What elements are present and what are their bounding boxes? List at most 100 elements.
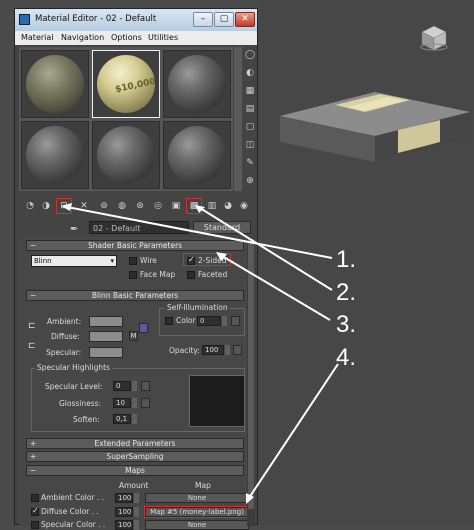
soften-spinner[interactable] <box>132 414 137 424</box>
faceted-label: Faceted <box>198 270 228 279</box>
menu-options[interactable]: Options <box>111 33 142 42</box>
get-material-icon[interactable]: ◔ <box>23 199 37 213</box>
ambient-map-checkbox[interactable] <box>31 494 39 502</box>
put-to-library-icon[interactable]: ⊛ <box>133 199 147 213</box>
make-unique-icon[interactable]: ◍ <box>115 199 129 213</box>
glossiness-map-button[interactable] <box>141 398 150 408</box>
sample-slot-4[interactable] <box>21 121 89 189</box>
opacity-map-button[interactable] <box>233 345 242 355</box>
self-illum-spinner[interactable] <box>222 316 227 326</box>
viewport[interactable] <box>258 0 474 525</box>
diffuse-color-swatch[interactable] <box>89 331 123 342</box>
preview-icon[interactable]: ◫ <box>244 139 256 151</box>
close-button[interactable]: ✕ <box>235 12 255 27</box>
assign-to-selection-icon[interactable]: ⊡ <box>56 198 72 214</box>
background-icon[interactable]: ▦ <box>244 85 256 97</box>
specular-amount-field[interactable]: 100 <box>115 520 133 530</box>
maps-amount-header: Amount <box>119 481 149 490</box>
face-map-checkbox[interactable] <box>129 271 137 279</box>
rollout-blinn-basic[interactable]: − Blinn Basic Parameters <box>26 290 244 301</box>
specular-map-checkbox[interactable] <box>31 521 39 529</box>
video-check-icon[interactable]: ▢ <box>244 121 256 133</box>
self-illum-color-checkbox[interactable] <box>165 317 173 325</box>
specular-level-field[interactable]: 0 <box>113 381 131 391</box>
ambient-amount-field[interactable]: 100 <box>115 493 133 503</box>
material-name-field[interactable]: 02 - Default <box>89 221 189 234</box>
reset-map-icon[interactable]: ✕ <box>77 199 91 213</box>
rollout-title: Maps <box>125 466 145 475</box>
title-bar[interactable]: Material Editor - 02 - Default – ▢ ✕ <box>15 9 257 31</box>
eyedropper-icon[interactable]: ✒ <box>70 224 78 235</box>
material-sphere <box>168 55 226 113</box>
minimize-button[interactable]: – <box>193 12 213 27</box>
diffuse-amount-spinner[interactable] <box>134 507 139 517</box>
panel-scroll-thumb[interactable] <box>248 239 254 509</box>
opacity-spinner[interactable] <box>225 345 230 355</box>
material-type-button[interactable]: Standard <box>193 221 251 234</box>
slots-scrollbar[interactable] <box>234 47 242 191</box>
specular-level-spinner[interactable] <box>132 381 137 391</box>
specular-level-map-button[interactable] <box>141 381 150 391</box>
specular-map-button[interactable]: None <box>145 520 249 530</box>
lock-ambient-diffuse-icon[interactable]: ⊏ <box>28 321 36 331</box>
sample-slot-2[interactable]: $10,000 <box>92 50 160 118</box>
sphere-label: $10,000 <box>114 76 157 96</box>
ambient-color-swatch[interactable] <box>89 316 123 327</box>
ambient-map-button[interactable]: None <box>145 493 249 503</box>
app-icon <box>19 14 30 25</box>
diffuse-map-button[interactable]: M <box>129 331 138 341</box>
sample-slot-6[interactable] <box>163 121 231 189</box>
show-map-in-viewport-icon[interactable]: ▩ <box>186 198 202 214</box>
self-illum-map-button[interactable] <box>231 316 240 326</box>
menu-utilities[interactable]: Utilities <box>148 33 178 42</box>
material-effects-channel-icon[interactable]: ◎ <box>151 199 165 213</box>
panel-scrollbar[interactable] <box>247 237 255 526</box>
ambient-map-lock-button[interactable] <box>139 323 148 333</box>
rollout-supersampling[interactable]: + SuperSampling <box>26 451 244 462</box>
menu-material[interactable]: Material <box>21 33 54 42</box>
sample-slot-3[interactable] <box>163 50 231 118</box>
specular-amount-spinner[interactable] <box>134 520 139 530</box>
specular-label: Specular: <box>46 348 82 357</box>
textured-box-model[interactable] <box>280 92 470 172</box>
uv-tiling-icon[interactable]: ▤ <box>244 103 256 115</box>
backlight-icon[interactable]: ◐ <box>244 67 256 79</box>
rollout-title: Blinn Basic Parameters <box>91 291 179 300</box>
select-by-material-icon[interactable]: ⊕ <box>244 175 256 187</box>
rollout-shader-basic[interactable]: − Shader Basic Parameters <box>26 240 244 251</box>
go-forward-sibling-icon[interactable]: ◉ <box>237 199 251 213</box>
sample-slot-1[interactable] <box>21 50 89 118</box>
go-to-parent-icon[interactable]: ◕ <box>221 199 235 213</box>
shader-type-dropdown[interactable]: Blinn ▾ <box>31 255 117 267</box>
sample-slot-5[interactable] <box>92 121 160 189</box>
lock-diffuse-specular-icon[interactable]: ⊏ <box>28 341 36 351</box>
menu-navigation[interactable]: Navigation <box>61 33 104 42</box>
show-map-icon[interactable]: ▣ <box>169 199 183 213</box>
rollout-maps[interactable]: − Maps <box>26 465 244 476</box>
show-end-result-icon[interactable]: ▥ <box>205 199 219 213</box>
ambient-amount-spinner[interactable] <box>134 493 139 503</box>
wire-checkbox[interactable] <box>129 257 137 265</box>
material-sphere <box>26 126 84 184</box>
specular-color-swatch[interactable] <box>89 347 123 358</box>
self-illum-amount-field[interactable]: 0 <box>197 316 221 326</box>
material-sphere <box>168 126 226 184</box>
maximize-button[interactable]: ▢ <box>214 12 234 27</box>
opacity-field[interactable]: 100 <box>202 345 224 355</box>
glossiness-field[interactable]: 10 <box>113 398 131 408</box>
rollout-extended-parameters[interactable]: + Extended Parameters <box>26 438 244 449</box>
diffuse-map-button[interactable]: Map #5 (money-label.png) <box>144 506 250 518</box>
diffuse-map-checkbox[interactable] <box>31 506 39 516</box>
faceted-checkbox[interactable] <box>187 271 195 279</box>
glossiness-spinner[interactable] <box>132 398 137 408</box>
options-icon[interactable]: ✎ <box>244 157 256 169</box>
make-copy-icon[interactable]: ⊚ <box>97 199 111 213</box>
annotation-2: 2. <box>336 279 357 306</box>
self-illum-color-label: Color <box>176 316 196 325</box>
put-to-scene-icon[interactable]: ◑ <box>39 199 53 213</box>
soften-field[interactable]: 0,1 <box>113 414 131 424</box>
material-sphere <box>26 55 84 113</box>
sample-type-icon[interactable]: ◯ <box>244 49 256 61</box>
diffuse-amount-field[interactable]: 100 <box>115 507 133 517</box>
viewcube-icon[interactable] <box>419 24 449 52</box>
